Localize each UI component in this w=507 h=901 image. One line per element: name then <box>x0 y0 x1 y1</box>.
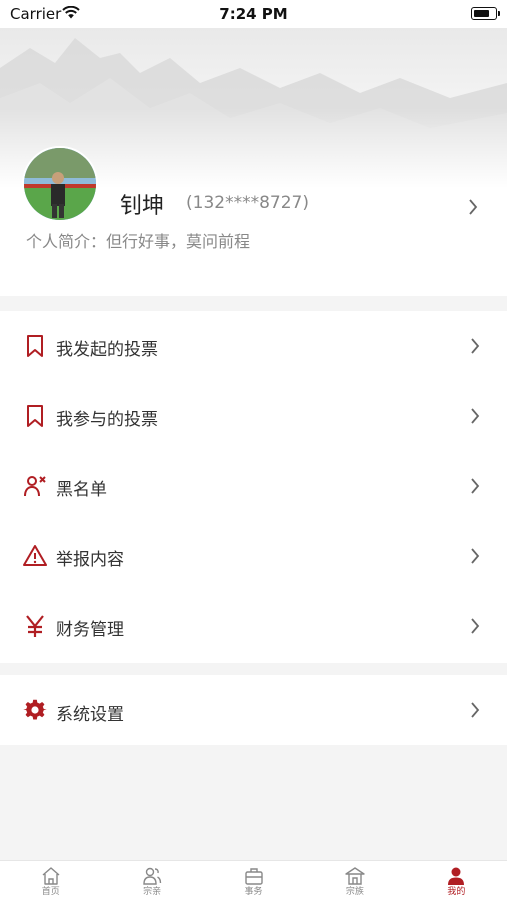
chevron-right-icon <box>471 338 480 354</box>
briefcase-icon <box>244 868 263 885</box>
menu-item-blacklist[interactable]: 黑名单 <box>0 451 507 521</box>
battery-icon <box>471 7 500 20</box>
menu-item-settings[interactable]: 系统设置 <box>0 675 507 745</box>
menu-list: 我发起的投票 我参与的投票 黑名单 举报内容 财务管理 <box>0 311 507 663</box>
menu-item-joined-votes[interactable]: 我参与的投票 <box>0 381 507 451</box>
tab-bar: 首页 宗亲 事务 宗族 我的 <box>0 860 507 901</box>
settings-label: 系统设置 <box>56 705 124 725</box>
chevron-right-icon <box>471 408 480 424</box>
user-block-icon <box>24 476 46 497</box>
home-icon <box>42 867 60 885</box>
people-icon <box>143 867 162 885</box>
chevron-right-icon <box>471 548 480 564</box>
menu-item-report[interactable]: 举报内容 <box>0 521 507 591</box>
tab-label: 宗亲 <box>143 887 162 897</box>
chevron-right-icon <box>471 478 480 494</box>
user-name: 钊坤 <box>120 194 165 219</box>
tab-label: 我的 <box>447 887 466 897</box>
menu-item-finance[interactable]: 财务管理 <box>0 591 507 661</box>
menu-item-label: 我发起的投票 <box>56 340 158 360</box>
chevron-right-icon <box>469 199 478 215</box>
tab-label: 事务 <box>244 887 263 897</box>
tab-mine[interactable]: 我的 <box>406 861 507 901</box>
bookmark-icon <box>27 405 43 427</box>
user-phone: (132****8727) <box>186 193 309 213</box>
menu-item-label: 黑名单 <box>56 480 107 500</box>
avatar[interactable] <box>22 146 98 222</box>
profile-card[interactable]: 钊坤 (132****8727) 个人简介：但行好事，莫问前程 <box>0 28 507 296</box>
menu-item-label: 我参与的投票 <box>56 410 158 430</box>
avatar-photo <box>24 148 96 220</box>
status-bar: Carrier 7:24 PM <box>0 0 507 28</box>
tab-clan-members[interactable]: 宗亲 <box>101 861 202 901</box>
clock: 7:24 PM <box>219 5 288 23</box>
chevron-right-icon <box>471 702 480 718</box>
chevron-right-icon <box>471 618 480 634</box>
gear-icon <box>23 699 47 720</box>
temple-icon <box>345 867 365 885</box>
person-icon <box>448 867 465 885</box>
tab-affairs[interactable]: 事务 <box>203 861 304 901</box>
menu-item-my-votes[interactable]: 我发起的投票 <box>0 311 507 381</box>
yen-icon <box>26 615 44 637</box>
user-bio: 个人简介：但行好事，莫问前程 <box>26 232 251 251</box>
tab-label: 首页 <box>41 887 60 897</box>
menu-item-label: 财务管理 <box>56 620 124 640</box>
tab-clan[interactable]: 宗族 <box>304 861 405 901</box>
menu-item-label: 举报内容 <box>56 550 124 570</box>
tab-label: 宗族 <box>345 887 364 897</box>
tab-home[interactable]: 首页 <box>0 861 101 901</box>
warning-icon <box>23 545 47 566</box>
bookmark-icon <box>27 335 43 357</box>
